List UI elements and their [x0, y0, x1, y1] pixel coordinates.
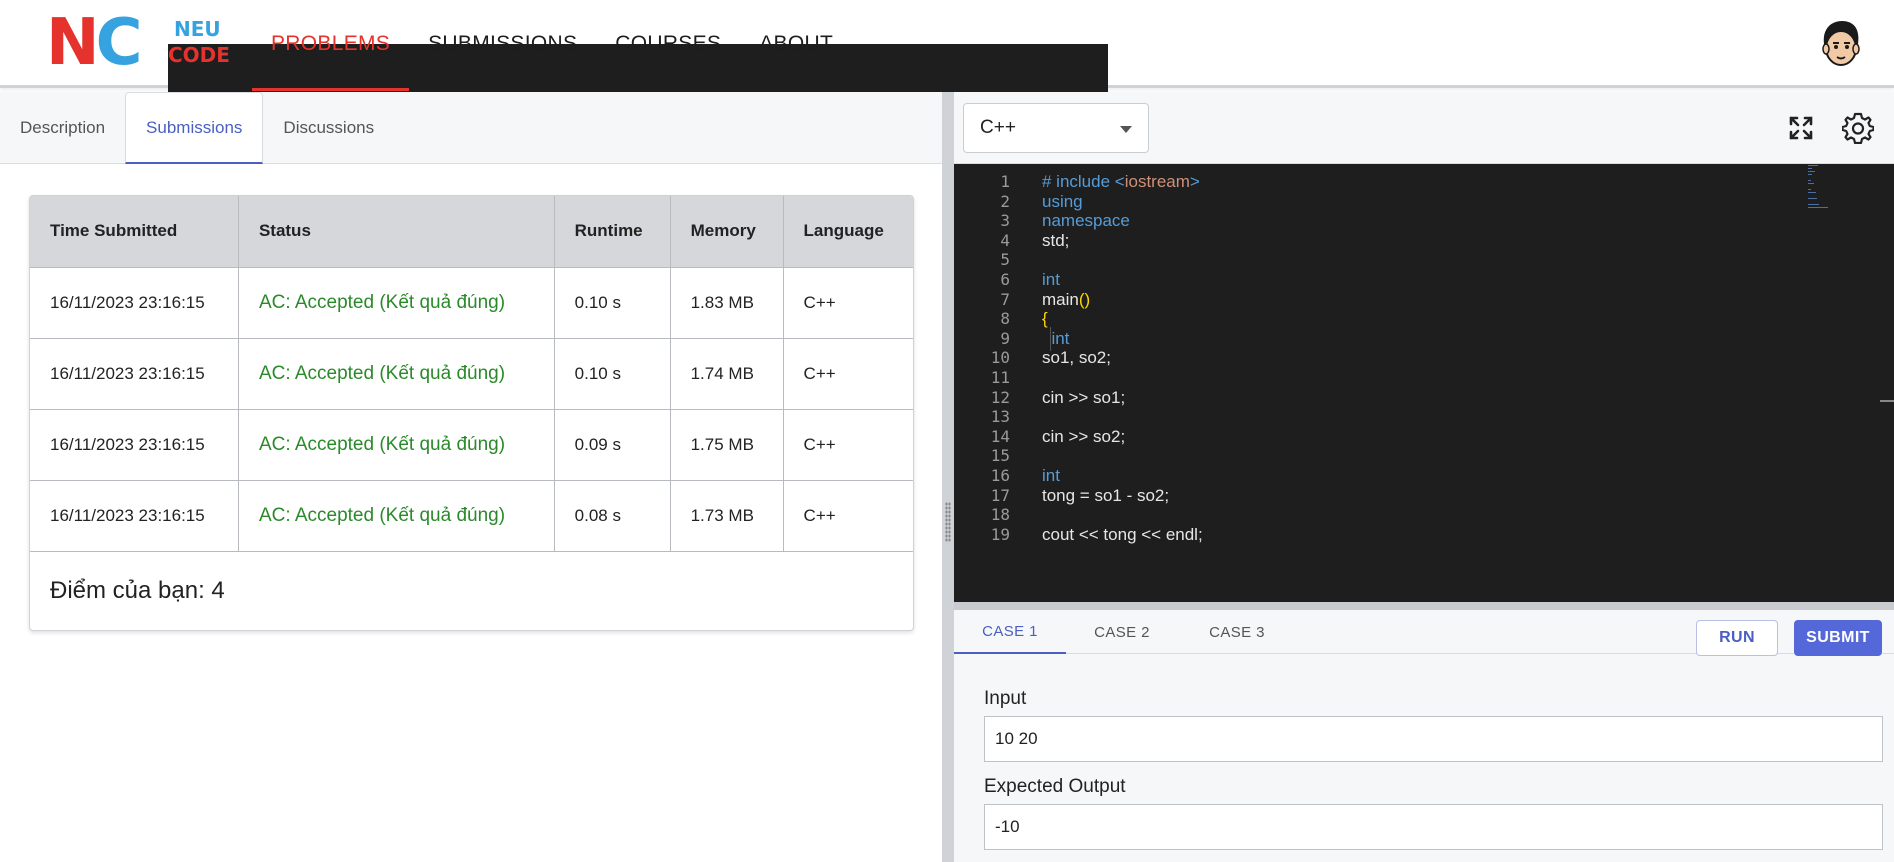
tab-discussions[interactable]: Discussions: [263, 92, 394, 164]
table-row[interactable]: 16/11/2023 23:16:15 AC: Accepted (Kết quả…: [30, 479, 913, 551]
table-row[interactable]: 16/11/2023 23:16:15 AC: Accepted (Kết quả…: [30, 337, 913, 409]
editor-toolbar: C++: [954, 92, 1894, 164]
code-token: >: [1189, 172, 1200, 191]
table-body: 16/11/2023 23:16:15 AC: Accepted (Kết quả…: [30, 266, 913, 551]
nav-item-submissions[interactable]: SUBMISSIONS: [409, 0, 596, 88]
cell-runtime: 0.10 s: [554, 337, 671, 409]
tab-description[interactable]: Description: [0, 92, 125, 164]
submit-button[interactable]: SUBMIT: [1794, 620, 1882, 656]
column-header: Runtime: [554, 196, 671, 267]
cell-runtime: 0.08 s: [554, 479, 671, 551]
fullscreen-button[interactable]: [1783, 110, 1819, 146]
code-token: tong = so1 - so2;: [1042, 485, 1170, 505]
tab-case-1[interactable]: CASE 1: [954, 610, 1066, 654]
score-text: Điểm của bạn: 4: [30, 551, 913, 630]
code-token: so1, so2;: [1042, 348, 1111, 368]
panel-resize-handle[interactable]: [942, 92, 954, 862]
cell-status: AC: Accepted (Kết quả đúng): [238, 337, 555, 409]
main-nav: PROBLEMS SUBMISSIONS COURSES ABOUT: [252, 0, 852, 91]
problem-tabs: Description Submissions Discussions: [0, 92, 942, 164]
code-token: iostream: [1124, 172, 1190, 191]
table-row[interactable]: 16/11/2023 23:16:15 AC: Accepted (Kết quả…: [30, 408, 913, 480]
cell-runtime: 0.09 s: [554, 408, 671, 480]
table-header-row: Time Submitted Status Runtime Memory Languag…: [30, 196, 913, 267]
problem-panel: Description Submissions Discussions Time S…: [0, 92, 942, 862]
chevron-down-icon: [1120, 126, 1132, 133]
cell-time: 16/11/2023 23:16:15: [30, 266, 239, 338]
cell-status: AC: Accepted (Kết quả đúng): [238, 479, 555, 551]
cell-time: 16/11/2023 23:16:15: [30, 408, 239, 480]
code-token: <: [1114, 172, 1125, 191]
column-header: Memory: [670, 196, 784, 267]
cell-memory: 1.74 MB: [670, 337, 784, 409]
tab-case-2[interactable]: CASE 2: [1066, 610, 1178, 654]
cell-time: 16/11/2023 23:16:15: [30, 337, 239, 409]
neucode-logo[interactable]: NC NEU CODE: [46, 10, 1108, 482]
avatar-icon: [1822, 21, 1860, 66]
top-navigation-bar: NC NEU CODE PROBLEMS SUBMISSIONS COURSES AB…: [0, 0, 1894, 482]
expected-output-label: Expected Output: [984, 776, 1126, 797]
nav-item-courses[interactable]: COURSES: [596, 0, 740, 88]
line-number: 19: [990, 524, 1010, 544]
fullscreen-icon: [1789, 116, 1813, 140]
code-token: main: [1042, 289, 1079, 309]
code-token: namespace: [1042, 211, 1130, 231]
table-row[interactable]: 16/11/2023 23:16:15 AC: Accepted (Kết quả…: [30, 266, 913, 338]
cell-language: C++: [783, 408, 913, 480]
expected-output-field[interactable]: -10: [984, 804, 1883, 850]
nav-item-problems[interactable]: PROBLEMS: [252, 0, 410, 91]
logo-text-neu: NEU: [174, 17, 221, 41]
code-line: 19 cout << tong << endl;: [954, 523, 1894, 547]
code-token: (): [1078, 289, 1091, 309]
testcase-panel: CASE 1 CASE 2 CASE 3 RUN SUBMIT Input 10 2…: [954, 610, 1894, 862]
language-select[interactable]: C++: [963, 103, 1149, 153]
code-token: int: [1042, 328, 1070, 348]
cell-runtime: 0.10 s: [554, 266, 671, 338]
editor-settings-button[interactable]: [1840, 110, 1876, 146]
editor-panel: C++ 1 # include <iostream> 2 using 3 nam…: [954, 92, 1894, 862]
run-button[interactable]: RUN: [1696, 620, 1778, 656]
tab-case-3[interactable]: CASE 3: [1178, 610, 1296, 654]
logo-letter-c: C: [95, 6, 143, 80]
cell-memory: 1.83 MB: [670, 266, 784, 338]
tab-submissions[interactable]: Submissions: [125, 92, 264, 164]
editor-resize-bar[interactable]: [954, 602, 1894, 610]
code-token: cout << tong << endl;: [1042, 524, 1203, 544]
nav-item-about[interactable]: ABOUT: [740, 0, 852, 88]
column-header: Status: [238, 196, 555, 267]
input-label: Input: [984, 688, 1027, 709]
cell-language: C++: [783, 479, 913, 551]
submissions-table: Time Submitted Status Runtime Memory Languag…: [30, 196, 913, 551]
code-token: {: [1042, 309, 1048, 329]
code-token: # include: [1042, 172, 1115, 191]
cell-language: C++: [783, 266, 913, 338]
gear-icon: [1842, 112, 1874, 144]
code-token: cin >> so2;: [1042, 426, 1126, 446]
user-avatar[interactable]: [1818, 18, 1864, 68]
code-token: cin >> so1;: [1042, 387, 1126, 407]
code-token: int: [1042, 270, 1060, 289]
cell-memory: 1.75 MB: [670, 408, 784, 480]
testcase-input-field[interactable]: 10 20: [984, 716, 1883, 762]
logo-mark: NC: [46, 10, 143, 76]
cell-time: 16/11/2023 23:16:15: [30, 479, 239, 551]
column-header: Time Submitted: [30, 196, 239, 267]
cell-status: AC: Accepted (Kết quả đúng): [238, 408, 555, 480]
cell-status: AC: Accepted (Kết quả đúng): [238, 266, 555, 338]
submissions-card: Time Submitted Status Runtime Memory Languag…: [29, 195, 914, 631]
logo-letter-n: N: [46, 6, 100, 80]
code-token: int: [1042, 466, 1060, 485]
code-text: cout << tong << endl;: [1042, 523, 1203, 547]
drag-grip-icon: [945, 502, 951, 542]
code-editor[interactable]: 1 # include <iostream> 2 using 3 namespace 4st…: [954, 164, 1894, 602]
cell-memory: 1.73 MB: [670, 479, 784, 551]
language-select-value: C++: [980, 117, 1016, 138]
column-header: Language: [783, 196, 913, 267]
code-token: using: [1042, 191, 1083, 211]
code-token: std;: [1042, 230, 1070, 250]
cell-language: C++: [783, 337, 913, 409]
